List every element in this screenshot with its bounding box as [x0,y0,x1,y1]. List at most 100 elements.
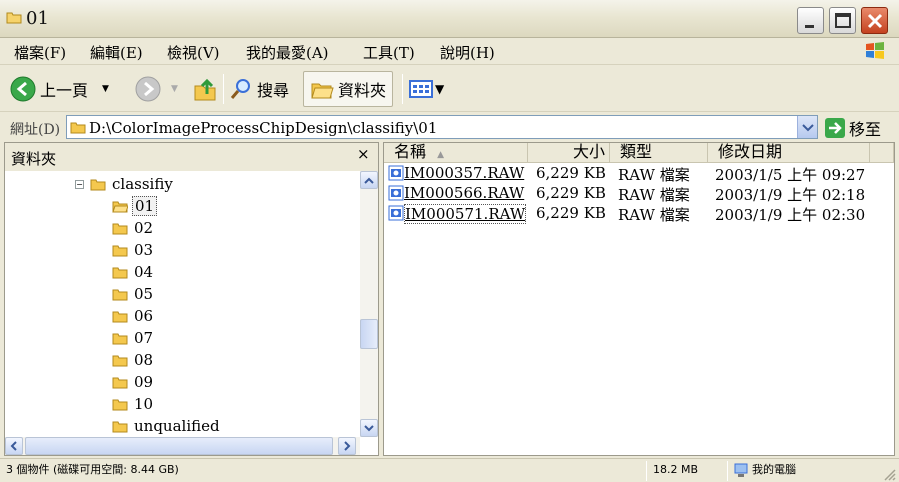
minimize-button[interactable] [797,7,824,34]
column-header-type[interactable]: 類型 [610,143,708,163]
file-size: 6,229 KB [536,164,606,182]
tree-item-06[interactable]: 06 [112,306,155,326]
folder-icon [112,223,128,235]
file-size: 6,229 KB [536,184,606,202]
scroll-down-button[interactable] [360,419,378,437]
column-header-filler [870,143,894,163]
tree-item-classifiy[interactable]: − classifiy [75,174,175,194]
address-input[interactable]: D:\ColorImageProcessChipDesign\classifiy… [66,115,818,139]
go-label: 移至 [849,120,882,139]
menu-file[interactable]: 檔案(F) [14,42,66,63]
file-name[interactable]: IM000566.RAW [404,184,524,202]
scroll-left-button[interactable] [5,437,23,455]
menu-tools[interactable]: 工具(T) [363,42,415,63]
tree-item-07[interactable]: 07 [112,328,155,348]
tree-item-05[interactable]: 05 [112,284,155,304]
folder-icon [112,289,128,301]
address-label: 網址(D) [10,122,61,138]
folder-icon [112,377,128,389]
forward-button[interactable]: ▼ [135,71,178,107]
maximize-button[interactable] [829,7,856,34]
go-button[interactable]: 移至 [825,117,881,139]
column-header-size[interactable]: 大小 [528,143,610,163]
file-modified: 2003/1/9 上午 02:30 [715,206,866,224]
folder-icon [70,122,86,134]
column-header-name[interactable]: 名稱 ▲ [384,143,528,163]
file-type: RAW 檔案 [618,206,690,224]
folder-icon [112,311,128,323]
scroll-thumb[interactable] [25,437,333,455]
horizontal-scrollbar[interactable] [5,437,360,455]
go-arrow-icon [825,118,845,138]
tree-item-08[interactable]: 08 [112,350,155,370]
tree-item-label: 07 [134,329,154,347]
resize-grip-icon[interactable] [882,467,896,481]
column-header-modified[interactable]: 修改日期 [708,143,870,163]
tree-item-label: 03 [134,241,154,259]
close-button[interactable] [861,7,888,34]
status-size: 18.2 MB [653,463,699,476]
toolbar-divider [402,74,403,104]
title-bar: 01 [0,0,899,38]
folders-label: 資料夾 [338,81,387,100]
folder-open-icon [112,201,128,213]
views-icon [409,80,433,98]
folder-icon [112,355,128,367]
file-row[interactable]: IM000357.RAW 6,229 KB RAW 檔案 2003/1/5 上午… [384,163,894,184]
scroll-right-button[interactable] [338,437,356,455]
tree-item-09[interactable]: 09 [112,372,155,392]
back-button[interactable]: 上一頁 ▼ [10,71,109,107]
maximize-icon [835,13,851,28]
column-header-label: 名稱 [394,142,427,161]
status-location: 我的電腦 [752,463,796,476]
file-list-pane: 名稱 ▲ 大小 類型 修改日期 IM000357.RAW 6,229 KB RA… [383,142,895,456]
scroll-up-button[interactable] [360,171,378,189]
sort-ascending-icon: ▲ [437,150,445,160]
tree-item-label: 04 [134,263,154,281]
file-row[interactable]: IM000566.RAW 6,229 KB RAW 檔案 2003/1/9 上午… [384,183,894,204]
up-folder-icon [194,78,216,101]
folder-icon [112,245,128,257]
file-name[interactable]: IM000571.RAW [404,204,527,224]
back-label: 上一頁 [40,81,89,100]
column-header-label: 大小 [572,142,605,161]
menu-help[interactable]: 說明(H) [440,42,495,63]
tree-item-03[interactable]: 03 [112,240,155,260]
file-size: 6,229 KB [536,204,606,222]
menu-edit[interactable]: 編輯(E) [90,42,143,63]
tree-item-02[interactable]: 02 [112,218,155,238]
raw-file-icon [388,205,404,221]
file-name[interactable]: IM000357.RAW [404,164,524,182]
minimize-icon [805,25,814,28]
chevron-up-icon [364,177,374,184]
views-button[interactable]: ▼ [409,71,444,107]
collapse-icon[interactable]: − [75,179,84,189]
folder-icon [112,333,128,345]
chevron-down-icon: ▼ [435,82,445,96]
window-title: 01 [26,8,49,29]
folder-pane-close-icon[interactable]: × [357,145,370,163]
file-row[interactable]: IM000571.RAW 6,229 KB RAW 檔案 2003/1/9 上午… [384,203,894,224]
chevron-down-icon[interactable]: ▼ [102,84,109,94]
tree-item-label: 08 [134,351,154,369]
forward-arrow-icon [135,76,161,102]
scroll-thumb[interactable] [360,319,378,349]
tree-item-label: unqualified [134,417,220,435]
address-dropdown-button[interactable] [797,116,817,138]
menu-view[interactable]: 檢視(V) [167,42,220,63]
tree-item-04[interactable]: 04 [112,262,155,282]
up-folder-button[interactable] [193,71,217,107]
toolbar-divider [223,74,224,104]
search-button[interactable]: 搜尋 [229,71,289,107]
folder-pane: 資料夾 × − classifiy 01 02 03 04 05 06 07 0… [4,142,379,456]
menu-favorites[interactable]: 我的最愛(A) [246,42,329,63]
vertical-scrollbar[interactable] [360,171,378,437]
tree-item-01[interactable]: 01 [112,196,158,216]
raw-file-icon [388,165,404,181]
folders-button[interactable]: 資料夾 [303,71,394,107]
tree-item-unqualified[interactable]: unqualified [112,416,222,436]
file-modified: 2003/1/5 上午 09:27 [715,166,866,184]
windows-logo-icon [866,42,884,59]
tree-item-10[interactable]: 10 [112,394,155,414]
folder-tree: − classifiy 01 02 03 04 05 06 07 08 09 1… [5,171,360,437]
